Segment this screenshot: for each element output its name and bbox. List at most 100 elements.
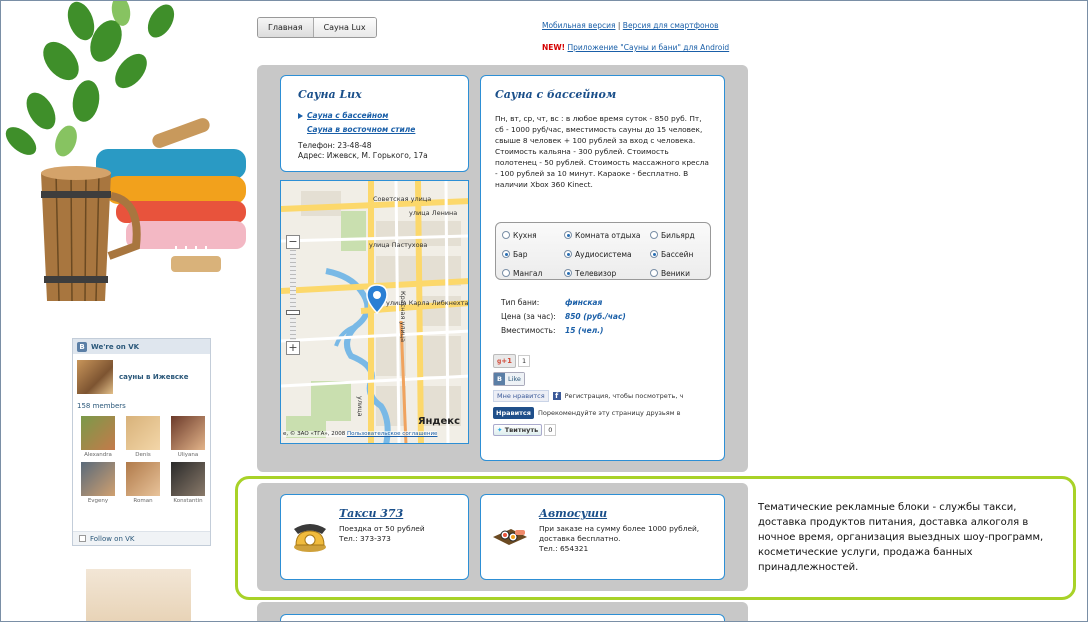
vk-logo-icon: В xyxy=(77,341,87,352)
gplus-label: +1 xyxy=(501,357,513,365)
android-app-promo: NEW! Приложение "Сауны и бани" для Andro… xyxy=(542,43,729,52)
twitter-widget: ✦ Твитнуть 0 xyxy=(493,424,683,436)
feature-label: Мангал xyxy=(513,268,543,278)
sauna-room-item: Сауна в восточном стиле xyxy=(298,125,468,134)
vk-follow[interactable]: Follow on VK xyxy=(73,531,210,545)
specs-list: Тип бани: финская Цена (за час): 850 (руб.… xyxy=(501,298,626,340)
feature-label: Бар xyxy=(513,249,528,259)
sauna-room-list: Сауна с бассейном Сауна в восточном стил… xyxy=(298,111,468,134)
tweet-button[interactable]: ✦ Твитнуть xyxy=(493,424,543,436)
vk-follow-checkbox[interactable] xyxy=(79,535,86,542)
android-app-link[interactable]: Приложение "Сауны и бани" для Android xyxy=(567,43,729,52)
new-badge: NEW! xyxy=(542,43,566,52)
zoom-in-button[interactable]: + xyxy=(286,341,300,355)
details-title: Сауна с бассейном xyxy=(495,88,617,101)
vk-group-name[interactable]: сауны в Ижевске xyxy=(119,373,189,381)
next-card xyxy=(280,614,725,621)
room-link-pool[interactable]: Сауна с бассейном xyxy=(307,111,388,120)
vk-member[interactable]: Konstantin xyxy=(171,462,205,504)
tweet-count: 0 xyxy=(544,424,557,436)
vk-member-name: Roman xyxy=(133,498,153,504)
vk-widget-header[interactable]: В We're on VK xyxy=(73,339,210,354)
vk-member[interactable]: Roman xyxy=(126,462,160,504)
street-label: улица Ленина xyxy=(409,209,457,217)
spec-row: Цена (за час): 850 (руб./час) xyxy=(501,312,626,321)
feature-radio xyxy=(502,250,510,258)
tweet-label: Твитнуть xyxy=(504,426,539,434)
terms-link[interactable]: Пользовательское соглашение xyxy=(347,431,437,437)
vk-member-name: Denis xyxy=(135,452,151,458)
mobile-version-link[interactable]: Мобильная версия xyxy=(542,21,615,30)
spec-value: финская xyxy=(565,298,603,307)
vk-member[interactable]: Denis xyxy=(126,416,160,458)
street-label: Советская улица xyxy=(373,195,431,203)
feature-item: Комната отдыха xyxy=(564,229,650,241)
street-label: улица Пастухова xyxy=(369,241,427,249)
ok-like-button[interactable]: Нравится xyxy=(493,407,534,419)
room-link-oriental[interactable]: Сауна в восточном стиле xyxy=(307,125,415,134)
sauna-room-item: Сауна с бассейном xyxy=(298,111,468,120)
feature-item: Телевизор xyxy=(564,267,650,279)
vk-like-label: Like xyxy=(504,373,524,385)
vk-member[interactable]: Alexandra xyxy=(81,416,115,458)
map-zoom-control: − + xyxy=(286,235,300,355)
vk-widget: В We're on VK сауны в Ижевске 158 member… xyxy=(72,338,211,546)
street-label: Красная улица xyxy=(399,291,407,342)
vk-like-button[interactable]: В Like xyxy=(493,372,525,386)
address-text: Адрес: Ижевск, М. Горького, 17а xyxy=(298,151,428,160)
vk-logo-icon: В xyxy=(494,373,505,385)
promo-image xyxy=(86,569,191,621)
zoom-out-button[interactable]: − xyxy=(286,235,300,249)
spec-label: Вместимость: xyxy=(501,326,556,335)
map-copyright: e, © ЗАО «ТГА», 2008 Пользовательское со… xyxy=(283,431,438,437)
vk-follow-label: Follow on VK xyxy=(90,534,135,543)
feature-item: Бар xyxy=(502,248,564,260)
spec-row: Вместимость: 15 (чел.) xyxy=(501,326,626,335)
link-separator: | xyxy=(617,21,621,30)
vk-member-count: 158 members xyxy=(77,402,126,410)
vk-member[interactable]: Evgeny xyxy=(81,462,115,504)
vk-member[interactable]: Uliyana xyxy=(171,416,205,458)
feature-item: Мангал xyxy=(502,267,564,279)
zoom-slider-handle[interactable] xyxy=(286,310,300,315)
tab-sauna-lux[interactable]: Сауна Lux xyxy=(313,18,376,37)
street-label: улица xyxy=(356,396,364,417)
feature-radio xyxy=(564,250,572,258)
copyright-text: e, © ЗАО «ТГА», 2008 xyxy=(283,431,346,437)
smartphone-version-link[interactable]: Версия для смартфонов xyxy=(623,21,719,30)
top-tabs: Главная Сауна Lux xyxy=(257,17,377,38)
details-description: Пн, вт, ср, чт, вс : в любое время суток… xyxy=(495,114,709,189)
gplus-count: 1 xyxy=(518,355,531,367)
social-buttons: g+1 1 В Like Мне нравится f Регистрация,… xyxy=(493,354,683,436)
avatar xyxy=(81,416,115,450)
spec-value: 15 (чел.) xyxy=(565,326,604,335)
twitter-bird-icon: ✦ xyxy=(497,426,503,434)
vk-group-avatar[interactable] xyxy=(77,360,113,394)
ads-annotation: Тематические рекламные блоки - службы та… xyxy=(758,502,1044,573)
page-frame: Главная Сауна Lux Мобильная версия | Вер… xyxy=(0,0,1088,622)
feature-label: Бассейн xyxy=(661,249,694,259)
vk-member-name: Konstantin xyxy=(173,498,203,504)
feature-item: Аудиосистема xyxy=(564,248,650,260)
feature-radio xyxy=(650,269,658,277)
spec-label: Цена (за час): xyxy=(501,312,556,321)
vk-member-name: Alexandra xyxy=(84,452,112,458)
facebook-icon: f xyxy=(552,392,561,400)
map-provider-logo: Яндекс xyxy=(417,416,460,427)
feature-label: Комната отдыха xyxy=(575,230,641,240)
feature-label: Веники xyxy=(661,268,690,278)
sauna-illustration xyxy=(5,1,246,302)
gplus-button[interactable]: g+1 xyxy=(493,354,517,368)
zoom-slider[interactable] xyxy=(286,250,300,340)
feature-radio xyxy=(564,231,572,239)
map-canvas[interactable]: Советская улица улица Ленина улица Пасту… xyxy=(281,181,469,444)
avatar xyxy=(126,416,160,450)
feature-item: Бильярд xyxy=(650,229,718,241)
features-box: Кухня Комната отдыха Бильярд Бар Аудиоси… xyxy=(495,222,711,280)
contact-block: Телефон: 23-48-48 Адрес: Ижевск, М. Горь… xyxy=(298,141,468,161)
feature-label: Бильярд xyxy=(661,230,695,240)
map[interactable]: Советская улица улица Ленина улица Пасту… xyxy=(280,180,469,444)
facebook-signup-text[interactable]: Регистрация, чтобы посмотреть, ч xyxy=(565,392,684,400)
facebook-like-button[interactable]: Мне нравится xyxy=(493,390,549,402)
tab-home[interactable]: Главная xyxy=(258,18,314,37)
